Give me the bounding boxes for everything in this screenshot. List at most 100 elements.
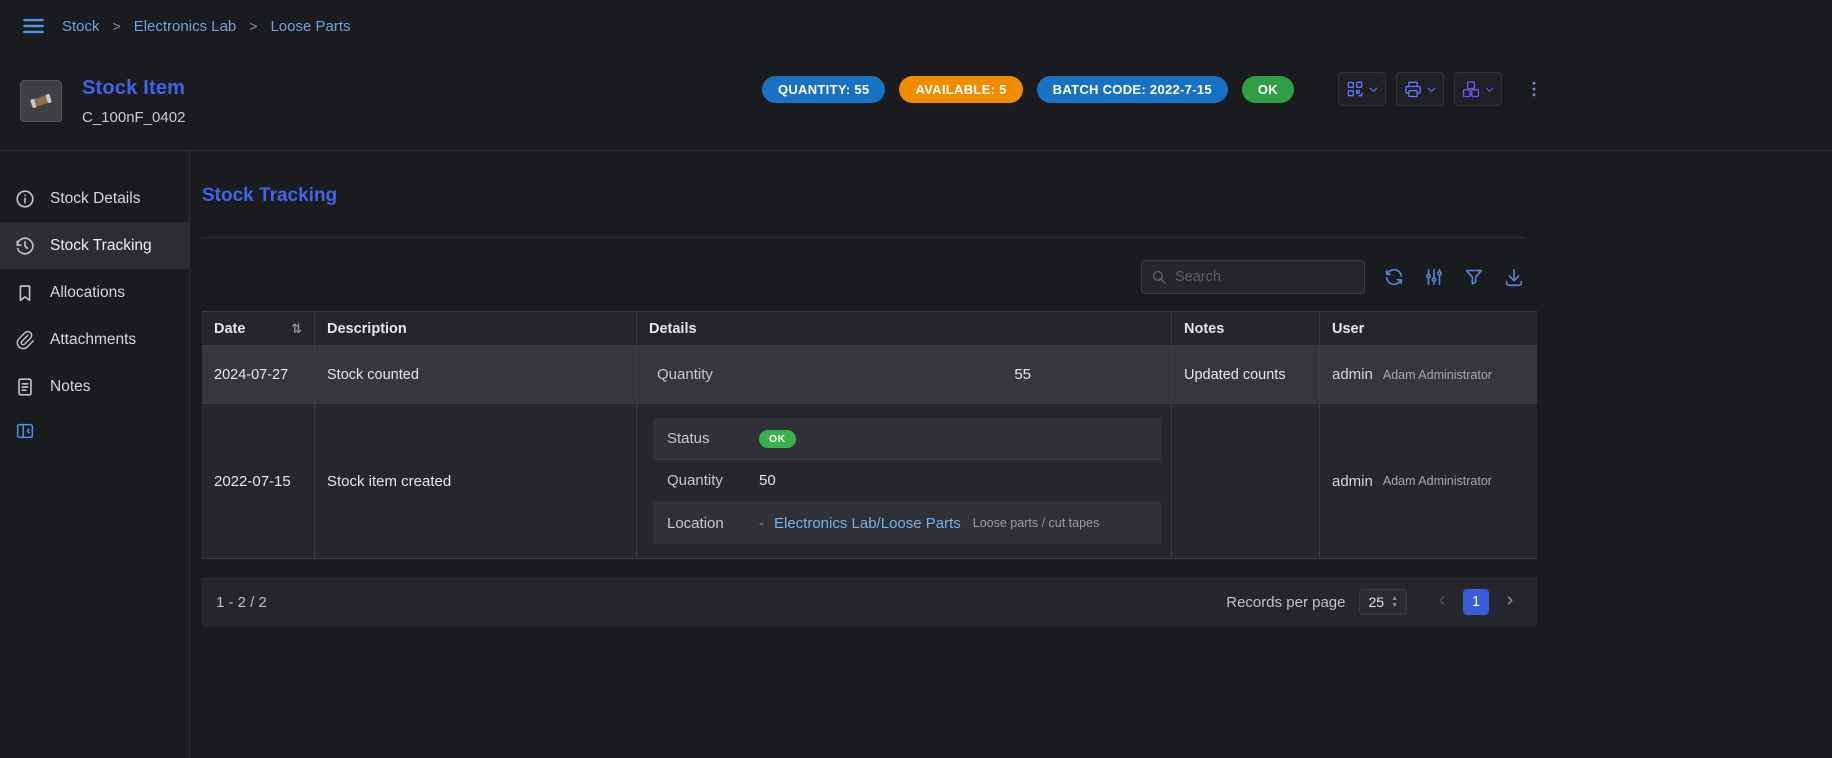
user-full-name: Adam Administrator (1383, 368, 1492, 382)
description-value: Stock item created (327, 473, 451, 490)
page-subtitle: C_100nF_0402 (82, 109, 185, 126)
location-description: Loose parts / cut tapes (973, 516, 1099, 530)
table-row[interactable]: 2024-07-27 Stock counted Quantity 55 Upd… (202, 346, 1537, 404)
collapse-sidebar-icon[interactable] (14, 420, 36, 442)
hamburger-menu-icon[interactable] (20, 13, 46, 39)
column-header-notes: Notes (1172, 311, 1320, 346)
table-toolbar (202, 260, 1525, 294)
user-full-name: Adam Administrator (1383, 474, 1492, 488)
more-options-icon[interactable] (1524, 79, 1544, 99)
record-range: 1 - 2 / 2 (216, 594, 267, 611)
description-cell: Stock item created (315, 404, 637, 559)
sidebar: Stock Details Stock Tracking Allocations (0, 151, 190, 758)
breadcrumb: Stock > Electronics Lab > Loose Parts (62, 18, 351, 35)
column-header-date[interactable]: Date ⇅ (202, 311, 315, 346)
details-cell: Quantity 55 (637, 346, 1172, 404)
records-per-page-label: Records per page (1226, 594, 1345, 611)
user-cell: admin Adam Administrator (1320, 346, 1537, 404)
date-cell: 2022-07-15 (202, 404, 315, 559)
location-link[interactable]: Electronics Lab/Loose Parts (774, 515, 961, 532)
ok-status-badge: OK (759, 430, 796, 448)
detail-quantity-row: Quantity 50 (653, 460, 1161, 502)
status-badge: OK (1242, 76, 1294, 103)
refresh-icon[interactable] (1383, 266, 1405, 288)
previous-page-button[interactable]: ‹ (1429, 589, 1455, 615)
sidebar-item-label: Allocations (50, 284, 125, 302)
details-cell: Status OK Quantity 50 Location - Electro… (637, 404, 1172, 559)
column-label: Details (649, 321, 697, 337)
description-cell: Stock counted (315, 346, 637, 404)
records-per-page-value: 25 (1368, 594, 1384, 610)
breadcrumb-stock[interactable]: Stock (62, 18, 100, 35)
detail-label: Quantity (667, 472, 759, 489)
capacitor-image (26, 86, 56, 116)
column-header-user: User (1320, 311, 1537, 346)
notes-cell (1172, 404, 1320, 559)
notes-cell: Updated counts (1172, 346, 1320, 404)
breadcrumb-loose-parts[interactable]: Loose Parts (270, 18, 350, 35)
breadcrumb-separator: > (113, 18, 121, 34)
table-footer: 1 - 2 / 2 Records per page 25 ▲▼ ‹ 1 › (202, 577, 1537, 627)
title-block: Stock Item C_100nF_0402 (82, 77, 185, 126)
print-actions-button[interactable] (1396, 72, 1444, 106)
breadcrumb-separator: > (249, 18, 257, 34)
main-panel: Stock Tracking (190, 151, 1525, 758)
notes-value: Updated counts (1184, 367, 1286, 383)
username: admin (1332, 473, 1373, 490)
date-value: 2024-07-27 (214, 367, 288, 383)
stock-operations-button[interactable] (1454, 72, 1502, 106)
date-cell: 2024-07-27 (202, 346, 315, 404)
table-row[interactable]: 2022-07-15 Stock item created Status OK … (202, 404, 1537, 559)
sidebar-item-label: Notes (50, 378, 91, 396)
sidebar-item-attachments[interactable]: Attachments (0, 316, 189, 363)
sidebar-item-notes[interactable]: Notes (0, 363, 189, 410)
printer-icon (1403, 79, 1423, 99)
detail-label: Status (667, 430, 759, 447)
column-label: Date (214, 321, 245, 337)
sort-icon: ⇅ (291, 321, 302, 337)
sidebar-item-label: Stock Tracking (50, 237, 152, 255)
note-icon (14, 376, 36, 398)
bookmark-icon (14, 282, 36, 304)
sidebar-item-stock-tracking[interactable]: Stock Tracking (0, 222, 189, 269)
detail-value: 50 (759, 472, 776, 489)
search-icon (1150, 268, 1168, 286)
footer-controls: Records per page 25 ▲▼ ‹ 1 › (1226, 589, 1523, 615)
history-icon (14, 235, 36, 257)
download-icon[interactable] (1503, 266, 1525, 288)
barcode-actions-button[interactable] (1338, 72, 1386, 106)
column-label: Description (327, 321, 407, 337)
sidebar-item-allocations[interactable]: Allocations (0, 269, 189, 316)
available-badge: AVAILABLE: 5 (899, 76, 1022, 103)
page-title: Stock Item (82, 77, 185, 100)
info-icon (14, 188, 36, 210)
stock-item-thumbnail[interactable] (20, 80, 62, 122)
stepper-icon: ▲▼ (1391, 595, 1398, 609)
username: admin (1332, 366, 1373, 383)
chevron-down-icon (1484, 84, 1495, 95)
content-area: Stock Details Stock Tracking Allocations (0, 150, 1832, 758)
adjustments-icon[interactable] (1423, 266, 1445, 288)
detail-label: Location (667, 515, 759, 532)
breadcrumb-electronics-lab[interactable]: Electronics Lab (134, 18, 237, 35)
section-divider (202, 237, 1525, 238)
header-badges: QUANTITY: 55 AVAILABLE: 5 BATCH CODE: 20… (762, 76, 1294, 103)
page-1-button[interactable]: 1 (1463, 589, 1489, 615)
user-cell: admin Adam Administrator (1320, 404, 1537, 559)
batch-code-badge: BATCH CODE: 2022-7-15 (1037, 76, 1228, 103)
sidebar-item-label: Stock Details (50, 190, 140, 208)
search-input[interactable] (1175, 269, 1356, 285)
column-header-details: Details (637, 311, 1172, 346)
pagination: ‹ 1 › (1429, 589, 1523, 615)
filter-icon[interactable] (1463, 266, 1485, 288)
details-inner-table: Status OK Quantity 50 Location - Electro… (653, 418, 1161, 544)
search-box (1141, 260, 1365, 294)
page-header: Stock Item C_100nF_0402 QUANTITY: 55 AVA… (0, 52, 1832, 150)
sidebar-item-stock-details[interactable]: Stock Details (0, 175, 189, 222)
records-per-page-select[interactable]: 25 ▲▼ (1359, 589, 1407, 615)
stock-tracking-table: Date ⇅ Description Details Notes User (202, 311, 1537, 559)
quantity-badge: QUANTITY: 55 (762, 76, 885, 103)
paperclip-icon (14, 329, 36, 351)
column-header-description: Description (315, 311, 637, 346)
next-page-button[interactable]: › (1497, 589, 1523, 615)
